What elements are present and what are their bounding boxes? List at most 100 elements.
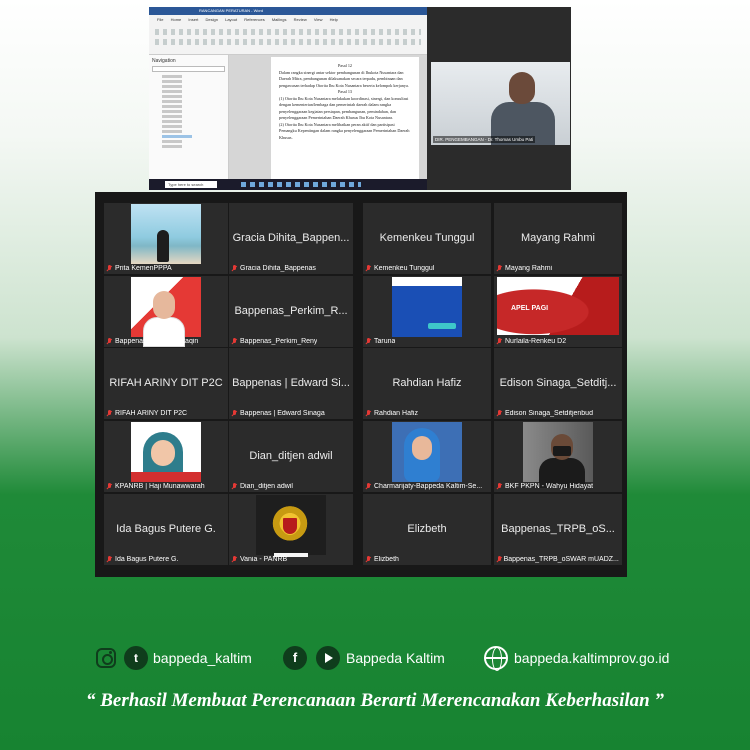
social-handle-instagram-twitter[interactable]: bappeda_kaltim — [153, 650, 252, 666]
participant-tile[interactable]: APEL PAGI Nurlaila-Renkeu D2 — [494, 276, 622, 347]
nav-heading[interactable] — [162, 105, 182, 108]
nav-heading[interactable] — [162, 145, 182, 148]
participant-label-text: Gracia Dihita_Bappenas — [240, 265, 316, 272]
speaker-frame: DIR. PENGEMBANGAN - Dr. Thomas Umbu Pati — [431, 62, 570, 145]
ribbon-toolbar-row[interactable] — [155, 39, 421, 45]
twitter-icon[interactable]: t — [124, 646, 148, 670]
tagline: “ Berhasil Membuat Perencanaan Berarti M… — [86, 690, 664, 711]
mic-muted-icon — [496, 338, 502, 345]
mic-muted-icon — [496, 483, 502, 490]
ribbon-tab[interactable]: Layout — [225, 17, 237, 22]
youtube-icon[interactable] — [316, 646, 340, 670]
mic-muted-icon — [106, 410, 112, 417]
participant-name-label: Edison Sinaga_Setditjenbud — [496, 410, 593, 417]
instagram-icon[interactable] — [96, 648, 116, 668]
nav-heading[interactable] — [162, 95, 182, 98]
ribbon-tab[interactable]: Design — [206, 17, 218, 22]
participant-display-name: Elizbeth — [407, 522, 447, 535]
participant-tile[interactable]: Rahdian Hafiz Rahdian Hafiz — [363, 348, 491, 419]
participant-label-text: KPANRB | Haji Munawwarah — [115, 483, 205, 490]
ribbon-tab[interactable]: File — [157, 17, 163, 22]
participant-name-label: Vania - PANRB — [231, 556, 287, 563]
globe-icon[interactable] — [484, 646, 508, 671]
thumbnail-shape — [131, 472, 201, 482]
document-page[interactable]: Pasal 12 Dalam rangka sinergi antar sekt… — [271, 57, 419, 179]
nav-heading[interactable] — [162, 130, 182, 133]
ribbon-tab[interactable]: References — [244, 17, 264, 22]
participant-display-name: Bappenas_Perkim_R... — [234, 304, 348, 317]
ribbon-toolbar-row[interactable] — [155, 29, 421, 35]
participant-tile[interactable]: Prita KemenPPPA — [104, 203, 228, 274]
mic-muted-icon — [231, 483, 237, 490]
nav-heading[interactable] — [162, 125, 182, 128]
participant-name-label: Kemenkeu Tunggul — [365, 265, 434, 272]
participant-tile[interactable]: Bappenas_TRPB_oS... Bappenas_TRPB_oSWAR m… — [494, 494, 622, 565]
mic-muted-icon — [231, 265, 237, 272]
nav-heading[interactable] — [162, 115, 182, 118]
participant-tile[interactable]: Ida Bagus Putere G. Ida Bagus Putere G. — [104, 494, 228, 565]
participant-tile[interactable]: Mayang Rahmi Mayang Rahmi — [494, 203, 622, 274]
thumbnail-shape — [151, 440, 175, 466]
social-handle-facebook-youtube[interactable]: Bappeda Kaltim — [346, 650, 445, 666]
nav-heading[interactable] — [162, 75, 182, 78]
participant-name-label: Gracia Dihita_Bappenas — [231, 265, 316, 272]
website-link[interactable]: bappeda.kaltimprov.go.id — [514, 650, 669, 666]
participant-tile[interactable]: Gracia Dihita_Bappen... Gracia Dihita_Bap… — [229, 203, 353, 274]
windows-taskbar: Type here to search — [149, 179, 427, 190]
navigation-search-input[interactable] — [152, 66, 225, 72]
participant-tile[interactable]: Vania - PANRB — [229, 494, 353, 565]
participant-name-label: KPANRB | Haji Munawwarah — [106, 483, 205, 490]
participant-tile[interactable]: Charmarijaty-Bappeda Kaltim-Se... — [363, 421, 491, 492]
participant-tile[interactable]: Bappenas_Perkim_R... Bappenas_Perkim_Reny — [229, 276, 353, 347]
participant-tile[interactable]: Elizbeth Elizbeth — [363, 494, 491, 565]
participant-tile[interactable]: Bappenas-Tatang Multaqin — [104, 276, 228, 347]
document-area: Pasal 12 Dalam rangka sinergi antar sekt… — [229, 55, 427, 179]
participant-label-text: Charmarijaty-Bappeda Kaltim-Se... — [374, 483, 483, 490]
ribbon-tab[interactable]: View — [314, 17, 323, 22]
mic-muted-icon — [496, 556, 501, 563]
participant-tile[interactable]: Edison Sinaga_Setditj... Edison Sinaga_Se… — [494, 348, 622, 419]
nav-heading[interactable] — [162, 90, 182, 93]
nav-heading[interactable] — [162, 120, 182, 123]
ribbon-tab[interactable]: Review — [294, 17, 307, 22]
navigation-pane: Navigation — [149, 55, 229, 179]
screen-share: RANCANGAN PERATURAN - Word File Home Ins… — [149, 7, 571, 190]
nav-heading[interactable] — [162, 140, 182, 143]
participant-gallery: Prita KemenPPPA Gracia Dihita_Bappen... Gr… — [95, 192, 627, 577]
facebook-icon[interactable]: f — [283, 646, 307, 670]
participant-label-text: Dian_ditjen adwil — [240, 483, 293, 490]
ribbon-tab[interactable]: Help — [330, 17, 338, 22]
participant-display-name: Mayang Rahmi — [521, 231, 595, 244]
nav-heading[interactable] — [162, 110, 182, 113]
ribbon-tab[interactable]: Mailings — [272, 17, 287, 22]
taskbar-app-icons[interactable] — [241, 182, 361, 187]
participant-tile[interactable]: KPANRB | Haji Munawwarah — [104, 421, 228, 492]
taskbar-search-input[interactable]: Type here to search — [165, 181, 217, 188]
thumbnail-shape — [412, 436, 432, 460]
ribbon-tab[interactable]: Home — [171, 17, 182, 22]
participant-display-name: RIFAH ARINY DIT P2C — [109, 376, 223, 389]
word-window: RANCANGAN PERATURAN - Word File Home Ins… — [149, 7, 427, 179]
speaker-video: DIR. PENGEMBANGAN - Dr. Thomas Umbu Pati — [427, 7, 571, 190]
participant-tile[interactable]: Dian_ditjen adwil Dian_ditjen adwil — [229, 421, 353, 492]
participant-video-thumbnail — [131, 204, 201, 264]
participant-tile[interactable]: BKF PKPN - Wahyu Hidayat — [494, 421, 622, 492]
nav-heading-selected[interactable] — [162, 135, 192, 138]
ribbon-tab[interactable]: Insert — [188, 17, 198, 22]
nav-heading[interactable] — [162, 100, 182, 103]
mic-muted-icon — [365, 556, 371, 563]
participant-name-label: Mayang Rahmi — [496, 265, 552, 272]
word-title-bar: RANCANGAN PERATURAN - Word — [149, 7, 427, 15]
participant-tile[interactable]: Bappenas | Edward Si... Bappenas | Edward… — [229, 348, 353, 419]
participant-video-thumbnail — [392, 422, 462, 482]
thumbnail-shape — [153, 291, 175, 319]
participant-display-name: Bappenas_TRPB_oS... — [501, 522, 615, 535]
participant-display-name: Rahdian Hafiz — [392, 376, 462, 389]
participant-label-text: Mayang Rahmi — [505, 265, 553, 272]
nav-heading[interactable] — [162, 85, 182, 88]
nav-heading[interactable] — [162, 80, 182, 83]
participant-tile[interactable]: Kemenkeu Tunggul Kemenkeu Tunggul — [363, 203, 491, 274]
participant-tile[interactable]: Taruna — [363, 276, 491, 347]
participant-tile[interactable]: RIFAH ARINY DIT P2C RIFAH ARINY DIT P2C — [104, 348, 228, 419]
participant-name-label: Ida Bagus Putere G. — [106, 556, 178, 563]
